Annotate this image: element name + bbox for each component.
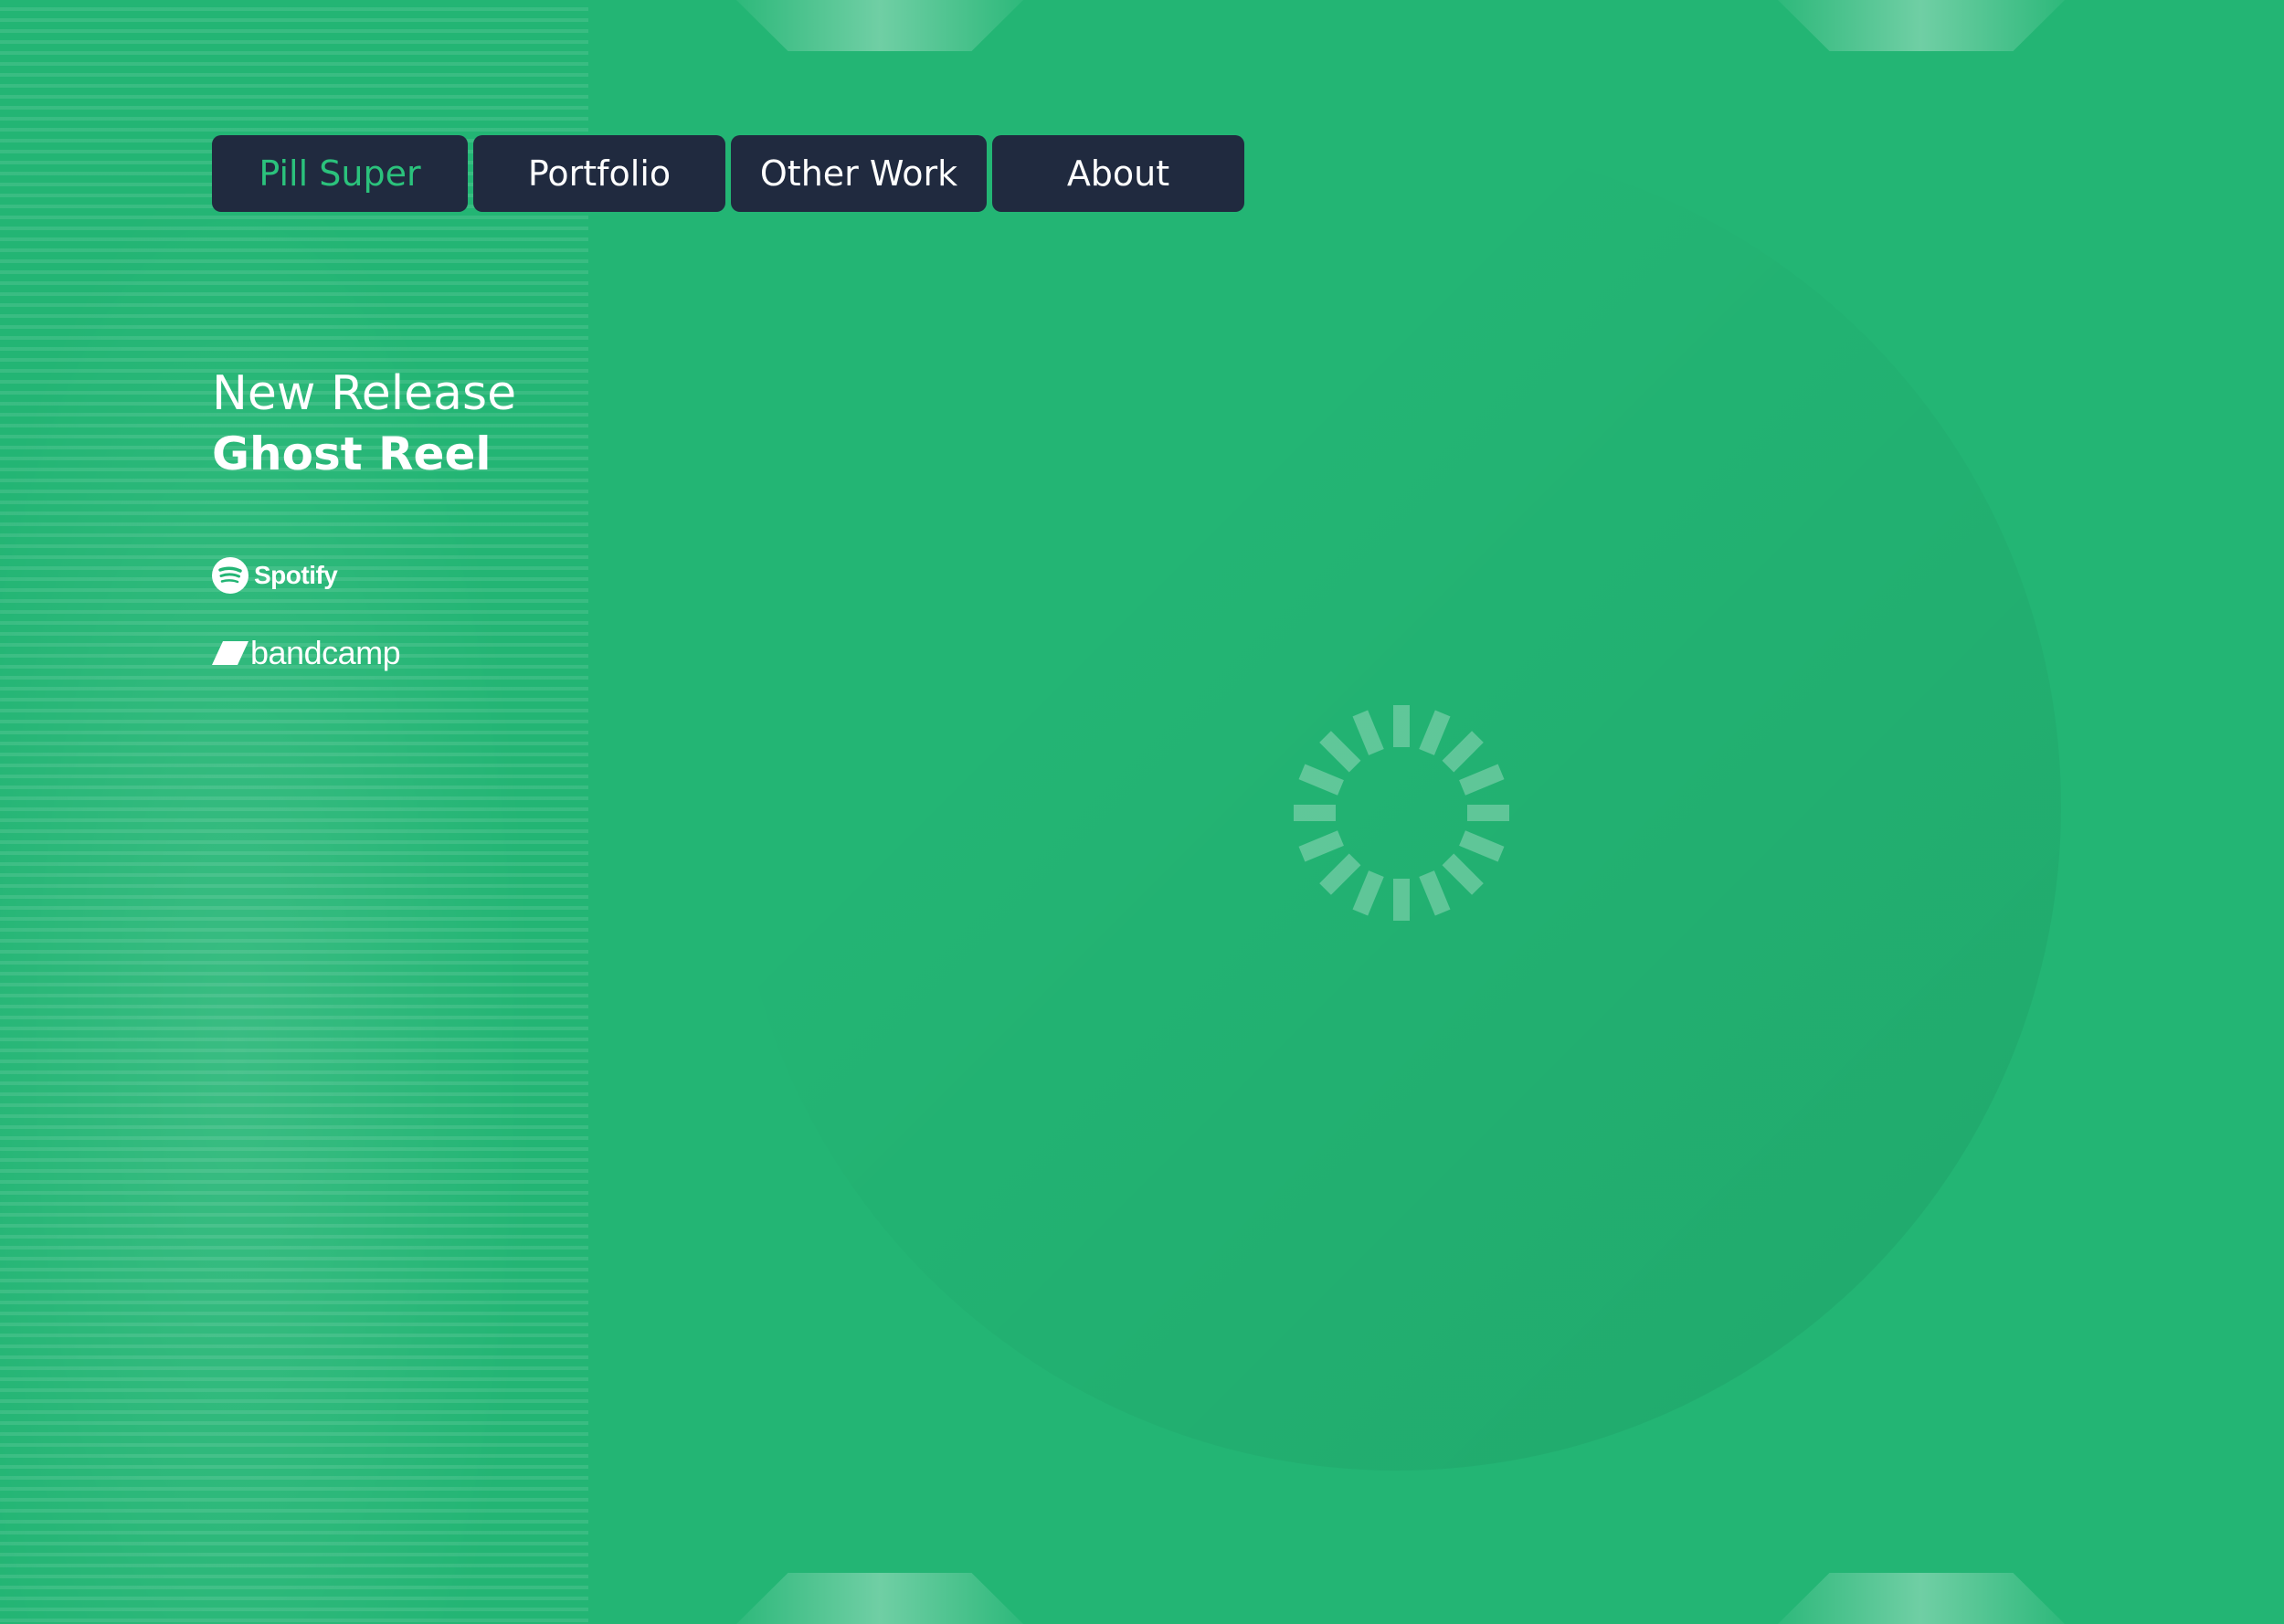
release-title: Ghost Reel bbox=[212, 427, 492, 480]
spinner-spoke bbox=[1393, 879, 1410, 921]
spinner-spoke bbox=[1419, 710, 1451, 755]
spotify-label: Spotify bbox=[254, 561, 338, 589]
nav-item-portfolio[interactable]: Portfolio bbox=[473, 135, 725, 212]
bandcamp-icon bbox=[212, 641, 248, 665]
spinner-spoke bbox=[1442, 731, 1484, 773]
spotify-link[interactable]: Spotify bbox=[212, 557, 338, 594]
spinner-spoke bbox=[1442, 853, 1484, 895]
release-info: New Release Ghost Reel bbox=[212, 364, 516, 484]
main-nav: Pill Super Portfolio Other Work About bbox=[212, 135, 1244, 212]
bandcamp-label: bandcamp bbox=[250, 634, 401, 671]
spinner-spoke bbox=[1294, 805, 1336, 821]
spotify-icon bbox=[212, 557, 248, 594]
spinner-spoke bbox=[1467, 805, 1509, 821]
spinner-spoke bbox=[1352, 710, 1384, 755]
decorative-tab-top-right bbox=[1778, 0, 2065, 51]
decorative-tab-top-left bbox=[736, 0, 1023, 51]
spinner-spoke bbox=[1298, 764, 1344, 796]
spinner-spoke bbox=[1319, 853, 1361, 895]
nav-item-about[interactable]: About bbox=[992, 135, 1244, 212]
striped-sidebar-background bbox=[0, 0, 588, 1624]
spinner-spoke bbox=[1459, 764, 1505, 796]
decorative-tab-bottom-right bbox=[1778, 1573, 2065, 1624]
bandcamp-link[interactable]: bandcamp bbox=[212, 634, 401, 672]
nav-item-other-work[interactable]: Other Work bbox=[731, 135, 987, 212]
spinner-spoke bbox=[1319, 731, 1361, 773]
nav-item-pill-super[interactable]: Pill Super bbox=[212, 135, 468, 212]
spinner-spoke bbox=[1352, 870, 1384, 916]
loading-spinner-icon bbox=[1294, 705, 1509, 921]
spinner-spoke bbox=[1419, 870, 1451, 916]
spinner-spoke bbox=[1459, 830, 1505, 862]
spinner-spoke bbox=[1298, 830, 1344, 862]
decorative-tab-bottom-left bbox=[736, 1573, 1023, 1624]
spinner-spoke bbox=[1393, 705, 1410, 747]
release-label: New Release bbox=[212, 366, 517, 421]
page: Pill Super Portfolio Other Work About Ne… bbox=[0, 0, 2284, 1624]
